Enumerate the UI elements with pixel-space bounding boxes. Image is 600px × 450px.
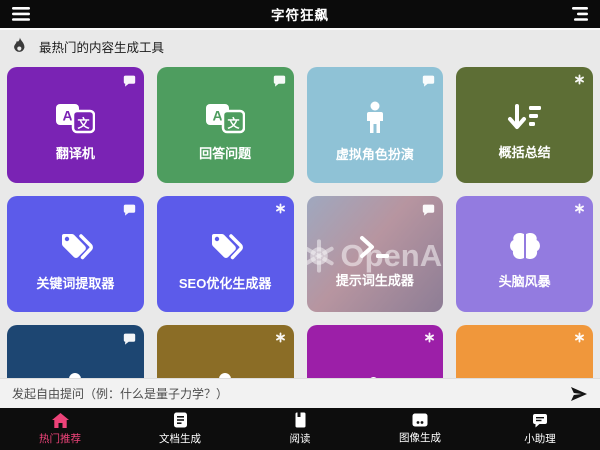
brain-icon xyxy=(508,232,542,262)
send-icon[interactable] xyxy=(570,386,588,402)
tool-card-keyword-extractor[interactable]: 关键词提取器 xyxy=(7,196,144,312)
app-bar: 字符狂飙 xyxy=(0,0,600,30)
tool-card-label: 头脑风暴 xyxy=(499,271,551,290)
tool-card-answer-questions[interactable]: A 文 回答问题 xyxy=(157,67,294,183)
nav-tab-reading[interactable]: 阅读 xyxy=(240,408,360,450)
chat-bubble-icon xyxy=(123,74,136,87)
tool-card-label: 翻译机 xyxy=(56,143,95,162)
nav-tab-image-generation[interactable]: 图像生成 xyxy=(360,408,480,450)
tool-card-translator[interactable]: A 文 翻译机 xyxy=(7,67,144,183)
svg-text:文: 文 xyxy=(78,116,91,131)
svg-text:A: A xyxy=(63,108,73,124)
tool-card-label: 概括总结 xyxy=(499,142,551,161)
partial-icon xyxy=(69,373,81,378)
nav-tab-label: 小助理 xyxy=(524,431,556,446)
tool-card-label: 关键词提取器 xyxy=(36,273,114,292)
openai-icon xyxy=(574,332,585,343)
chat-bubble-icon xyxy=(422,203,435,216)
nav-tab-label: 文档生成 xyxy=(159,431,201,446)
tool-card-brainstorm[interactable]: 头脑风暴 xyxy=(456,196,593,312)
hamburger-menu-icon[interactable] xyxy=(12,7,30,21)
chat-bubble-icon xyxy=(422,74,435,87)
assistant-icon xyxy=(532,413,548,428)
svg-text:文: 文 xyxy=(228,116,241,131)
tool-card-summarize[interactable]: 概括总结 xyxy=(456,67,593,183)
tool-card-label: 虚拟角色扮演 xyxy=(336,144,414,163)
nav-tab-label: 热门推荐 xyxy=(39,431,81,446)
tool-card-label: 提示词生成器 xyxy=(336,270,414,289)
section-header: 最热门的内容生成工具 xyxy=(0,30,600,62)
tool-card-label: 回答问题 xyxy=(199,143,251,162)
image-icon xyxy=(412,413,428,427)
flame-icon xyxy=(12,37,27,55)
tool-card-seo-generator[interactable]: SEO优化生成器 xyxy=(157,196,294,312)
svg-text:A: A xyxy=(213,108,223,124)
openai-icon xyxy=(275,203,286,214)
app-screen: { "header": { "title": "字符狂飙" }, "sectio… xyxy=(0,0,600,450)
tool-card-partial-1[interactable] xyxy=(7,325,144,378)
tool-grid: A 文 翻译机 A 文 回答问题 xyxy=(0,62,600,378)
tool-card-roleplay[interactable]: 虚拟角色扮演 xyxy=(307,67,444,183)
question-bar xyxy=(0,378,600,408)
tool-grid-scroll[interactable]: A 文 翻译机 A 文 回答问题 xyxy=(0,62,600,378)
translate-icon: A 文 xyxy=(55,102,95,134)
question-input[interactable] xyxy=(12,387,562,401)
openai-icon xyxy=(574,203,585,214)
nav-tab-document-generation[interactable]: 文档生成 xyxy=(120,408,240,450)
partial-icon xyxy=(369,377,378,378)
nav-tab-label: 阅读 xyxy=(290,431,311,446)
openai-icon xyxy=(424,332,435,343)
tool-card-partial-2[interactable] xyxy=(157,325,294,378)
person-icon xyxy=(362,101,388,135)
partial-icon xyxy=(219,373,231,378)
bottom-nav: 热门推荐 文档生成 阅读 图 xyxy=(0,408,600,450)
terminal-icon xyxy=(358,234,392,261)
openai-icon xyxy=(574,74,585,85)
nav-tab-label: 图像生成 xyxy=(399,430,441,445)
nav-tab-hot-recommendations[interactable]: 热门推荐 xyxy=(0,408,120,450)
tool-card-prompt-generator[interactable]: OpenAI 提示词生成器 xyxy=(307,196,444,312)
document-icon xyxy=(173,412,188,428)
tag-icon xyxy=(205,230,245,264)
openai-icon xyxy=(275,332,286,343)
tag-icon xyxy=(55,230,95,264)
chat-bubble-icon xyxy=(123,203,136,216)
summarize-icon xyxy=(507,103,543,133)
tool-card-label: SEO优化生成器 xyxy=(179,273,271,292)
home-icon xyxy=(52,413,69,428)
book-icon xyxy=(294,412,307,428)
chat-bubble-icon xyxy=(123,332,136,345)
chat-bubble-icon xyxy=(273,74,286,87)
section-title: 最热门的内容生成工具 xyxy=(39,37,164,56)
tool-card-partial-3[interactable] xyxy=(307,325,444,378)
sort-menu-icon[interactable] xyxy=(570,7,588,21)
tool-card-partial-4[interactable] xyxy=(456,325,593,378)
translate-icon: A 文 xyxy=(205,102,245,134)
app-title: 字符狂飙 xyxy=(271,4,329,24)
nav-tab-assistant[interactable]: 小助理 xyxy=(480,408,600,450)
